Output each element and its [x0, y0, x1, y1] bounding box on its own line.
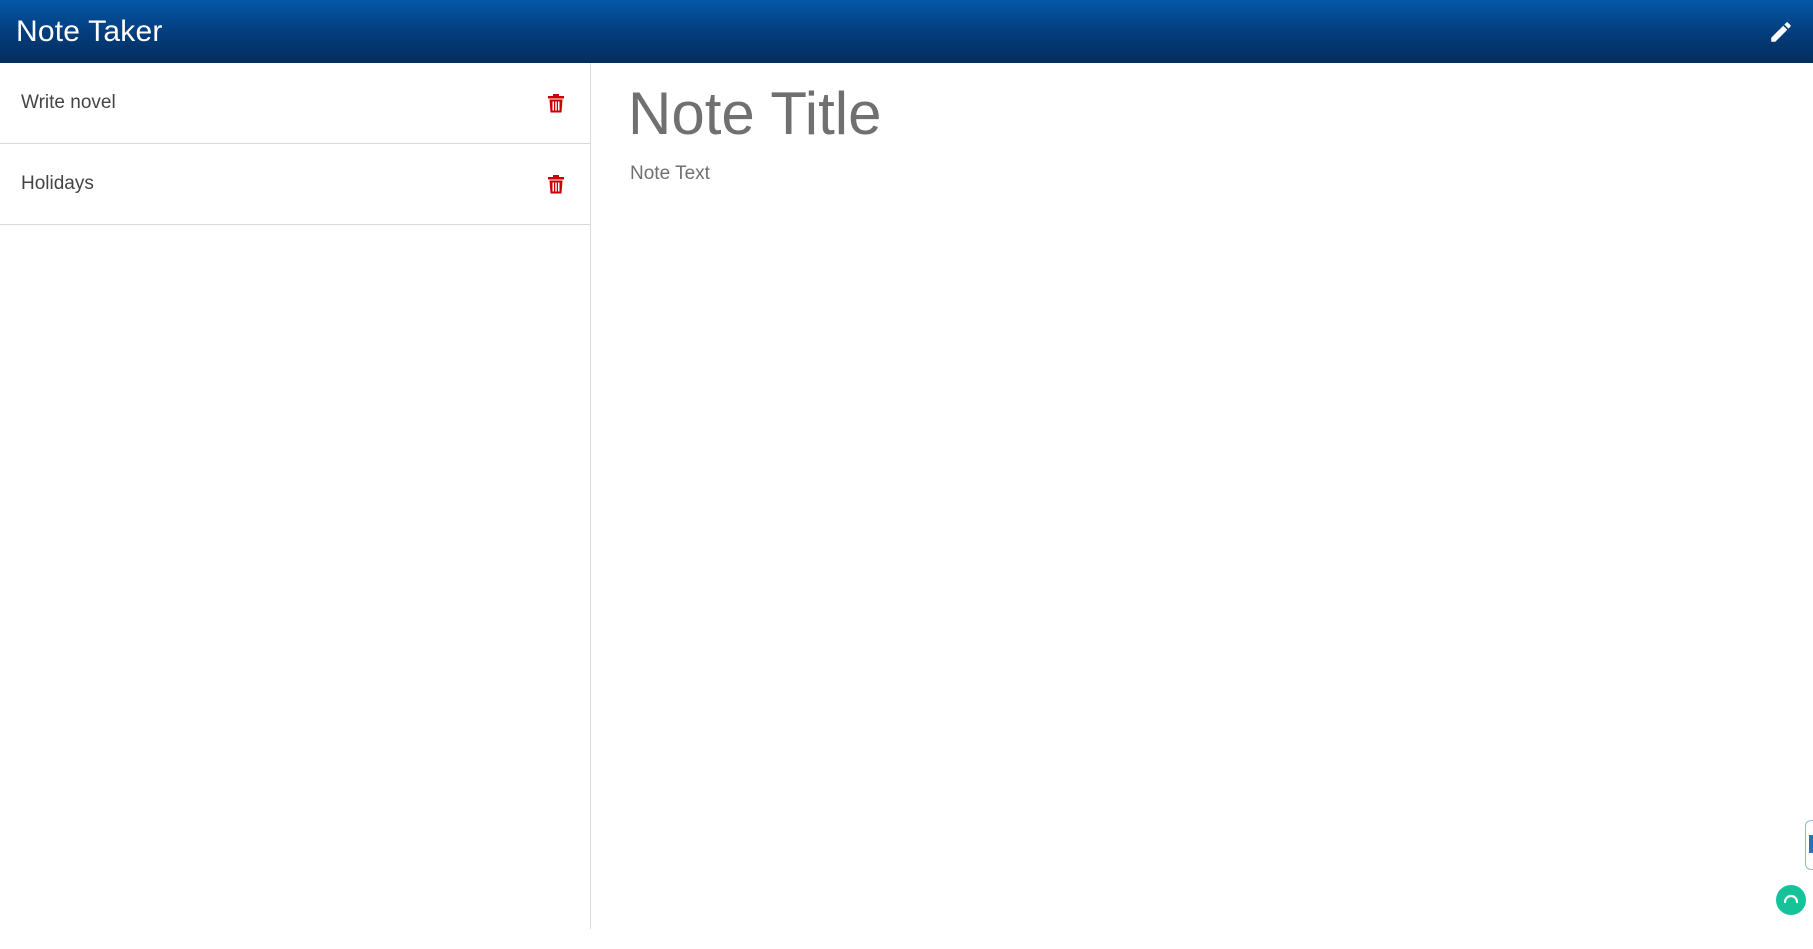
- trash-icon: [548, 93, 564, 112]
- side-panel-tab[interactable]: [1805, 820, 1813, 870]
- note-list-item-title: Write novel: [21, 92, 116, 113]
- note-text-area[interactable]: [630, 163, 1730, 763]
- notes-sidebar: Write novel Holidays: [0, 63, 591, 929]
- assistant-icon: [1783, 894, 1799, 904]
- note-editor: [592, 63, 1813, 929]
- note-list-item[interactable]: Write novel: [0, 63, 590, 144]
- pencil-icon: [1771, 21, 1791, 42]
- delete-note-button[interactable]: [546, 92, 566, 114]
- app-title: Note Taker: [16, 14, 163, 48]
- writing-assistant-button[interactable]: [1776, 885, 1806, 915]
- note-list-item[interactable]: Holidays: [0, 144, 590, 225]
- note-title-input[interactable]: [628, 79, 1728, 148]
- navbar: Note Taker: [0, 0, 1813, 63]
- trash-icon: [548, 174, 564, 193]
- delete-note-button[interactable]: [546, 173, 566, 195]
- note-list-item-title: Holidays: [21, 173, 94, 194]
- new-note-button[interactable]: [1765, 16, 1797, 48]
